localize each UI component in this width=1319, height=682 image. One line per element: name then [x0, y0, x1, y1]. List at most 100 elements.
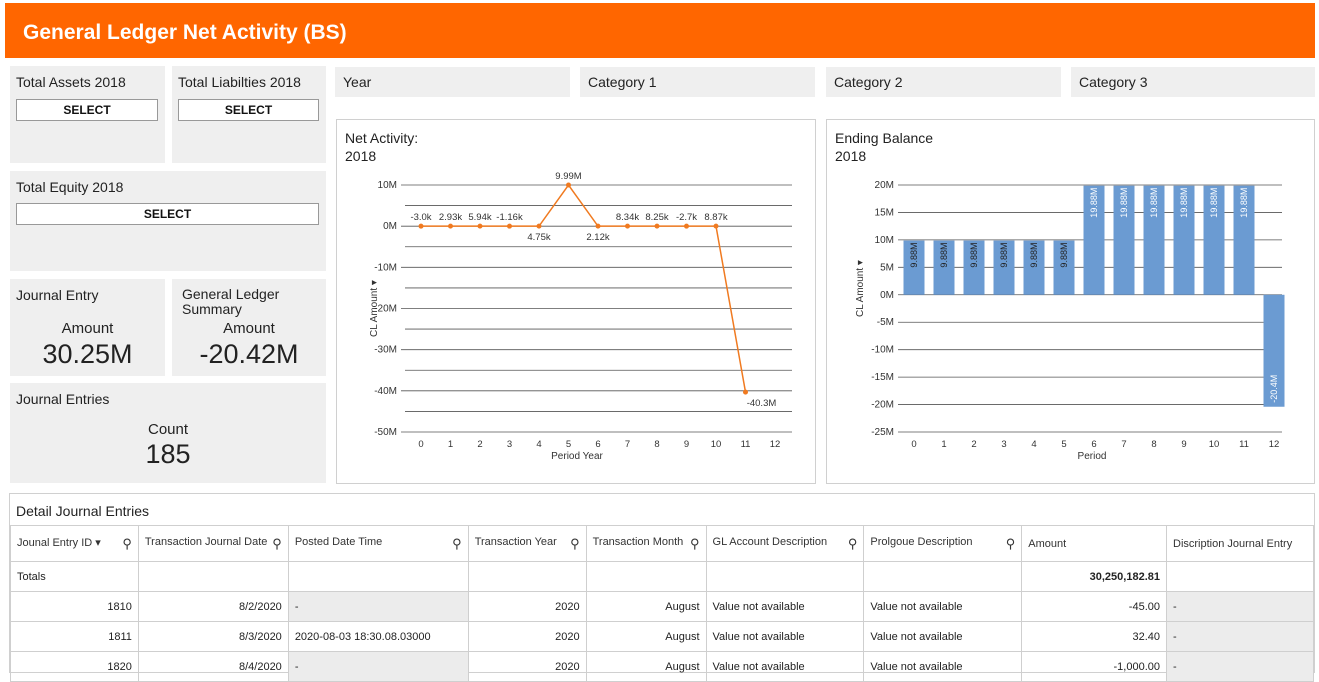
total-assets-tile: Total Assets 2018 SELECT	[10, 66, 165, 163]
x-tick-label: 10	[711, 439, 722, 450]
data-point	[713, 223, 719, 229]
data-label: 9.88M	[1029, 243, 1039, 268]
data-label: 8.25k	[645, 212, 668, 223]
column-header-amount[interactable]: Amount	[1021, 525, 1167, 562]
category-2-filter[interactable]: Category 2	[826, 67, 1061, 97]
totals-row: Totals 30,250,182.81	[10, 561, 1314, 592]
category-3-filter[interactable]: Category 3	[1071, 67, 1315, 97]
data-label: 19.88M	[1239, 188, 1249, 218]
cell-transaction-month: August	[585, 621, 707, 652]
gl-summary-amount-value: -20.42M	[199, 339, 299, 369]
data-label: 4.75k	[527, 232, 550, 243]
search-icon[interactable]: ⚲	[1006, 536, 1016, 552]
y-axis-label: CL Amount ▾	[855, 260, 866, 317]
data-label: 9.88M	[1059, 243, 1069, 268]
detail-journal-entries-title: Detail Journal Entries	[16, 503, 150, 519]
data-point	[595, 223, 601, 229]
x-axis-label: Period	[1078, 451, 1107, 462]
search-icon[interactable]: ⚲	[848, 536, 858, 552]
ending-balance-plot: 20M 15M 10M 5M 0M -5M -10M -15M -20M -25M 9.88M 9.8…	[855, 180, 1285, 462]
x-tick-label: 12	[1269, 439, 1280, 450]
cell-transaction-month: August	[585, 651, 707, 682]
table-row[interactable]: 1811 8/3/2020 2020-08-03 18:30.08.03000 …	[10, 621, 1314, 652]
category-2-filter-label: Category 2	[834, 74, 903, 90]
search-icon[interactable]: ⚲	[272, 536, 282, 552]
column-header-journal-entry-id[interactable]: Jounal Entry ID ▾ ⚲	[10, 525, 139, 562]
y-tick-label: -25M	[871, 427, 894, 438]
column-header-prologue-description[interactable]: Prolgoue Description ⚲	[863, 525, 1023, 562]
cell-transaction-month: August	[585, 591, 707, 622]
journal-entry-title: Journal Entry	[16, 287, 99, 303]
total-assets-select-button[interactable]: SELECT	[16, 99, 158, 121]
y-tick-label: 0M	[880, 290, 894, 301]
x-tick-label: 9	[684, 439, 689, 450]
cell-transaction-year: 2020	[467, 651, 587, 682]
year-filter-label: Year	[343, 74, 372, 90]
cell-transaction-date: 8/2/2020	[137, 591, 289, 622]
search-icon[interactable]: ⚲	[570, 536, 580, 552]
data-point	[536, 223, 542, 229]
column-header-gl-account-description[interactable]: GL Account Description ⚲	[705, 525, 865, 562]
y-tick-label: 10M	[378, 180, 397, 191]
x-tick-label: 4	[536, 439, 541, 450]
x-tick-label: 2	[971, 439, 976, 450]
table-row[interactable]: 1810 8/2/2020 - 2020 August Value not av…	[10, 591, 1314, 622]
data-label: 19.88M	[1209, 188, 1219, 218]
x-tick-label: 10	[1209, 439, 1220, 450]
data-point	[418, 223, 424, 229]
category-1-filter[interactable]: Category 1	[580, 67, 815, 97]
x-tick-label: 8	[1151, 439, 1156, 450]
x-tick-label: 1	[448, 439, 453, 450]
cell-amount: 32.40	[1021, 621, 1167, 652]
journal-entries-tile: Journal Entries Count 185	[10, 383, 326, 483]
data-point	[743, 389, 748, 395]
data-point	[448, 223, 453, 229]
data-point	[507, 223, 512, 229]
column-header-transaction-month[interactable]: Transaction Month ⚲	[585, 525, 707, 562]
data-point	[477, 223, 483, 229]
table-row[interactable]: 1820 8/4/2020 - 2020 August Value not av…	[10, 651, 1314, 682]
category-3-filter-label: Category 3	[1079, 74, 1148, 90]
cell-posted-date-time: 2020-08-03 18:30.08.03000	[287, 621, 469, 652]
cell-amount: -1,000.00	[1021, 651, 1167, 682]
y-tick-label: 20M	[875, 180, 894, 191]
y-tick-label: -40M	[374, 386, 397, 397]
gl-summary-tile: General Ledger Summary Amount -20.42M	[172, 279, 326, 376]
cell-prologue-description: Value not available	[863, 591, 1023, 622]
data-label: 19.88M	[1149, 188, 1159, 218]
totals-label: Totals	[10, 561, 139, 592]
cell-journal-entry-id: 1810	[10, 591, 139, 622]
journal-entries-count-label: Count	[147, 421, 189, 438]
search-icon[interactable]: ⚲	[690, 536, 700, 552]
cell-gl-account-description: Value not available	[705, 651, 865, 682]
cell-transaction-year: 2020	[467, 621, 587, 652]
x-axis-label: Period Year	[551, 451, 603, 462]
data-label: 9.88M	[999, 243, 1009, 268]
x-tick-label: 5	[1061, 439, 1066, 450]
column-header-transaction-year[interactable]: Transaction Year ⚲	[467, 525, 587, 562]
y-tick-label: 5M	[880, 262, 894, 273]
x-tick-label: 5	[566, 439, 571, 450]
data-label: 19.88M	[1089, 188, 1099, 218]
search-icon[interactable]: ⚲	[122, 536, 132, 552]
total-liabilities-select-button[interactable]: SELECT	[178, 99, 319, 121]
x-tick-label: 0	[911, 439, 916, 450]
cell-gl-account-description: Value not available	[705, 621, 865, 652]
column-header-transaction-journal-date[interactable]: Transaction Journal Date ⚲	[137, 525, 289, 562]
total-equity-select-button[interactable]: SELECT	[16, 203, 319, 225]
net-activity-chart: Net Activity: 2018 10M 0M -10M -20M -30M -40M…	[336, 119, 816, 484]
data-label: 2.12k	[586, 232, 609, 243]
y-tick-label: 10M	[875, 235, 894, 246]
column-header-posted-date-time[interactable]: Posted Date Time ⚲	[287, 525, 469, 562]
cell-posted-date-time: -	[287, 651, 469, 682]
x-tick-label: 11	[1239, 439, 1249, 450]
x-tick-label: 0	[418, 439, 423, 450]
y-tick-label: -50M	[374, 427, 397, 438]
data-label: 9.88M	[939, 243, 949, 268]
column-header-description-journal-entry[interactable]: Discription Journal Entry	[1166, 525, 1314, 562]
x-tick-label: 4	[1031, 439, 1036, 450]
totals-amount: 30,250,182.81	[1021, 561, 1167, 592]
y-tick-label: -20M	[871, 400, 894, 411]
year-filter[interactable]: Year	[335, 67, 570, 97]
search-icon[interactable]: ⚲	[452, 536, 462, 552]
